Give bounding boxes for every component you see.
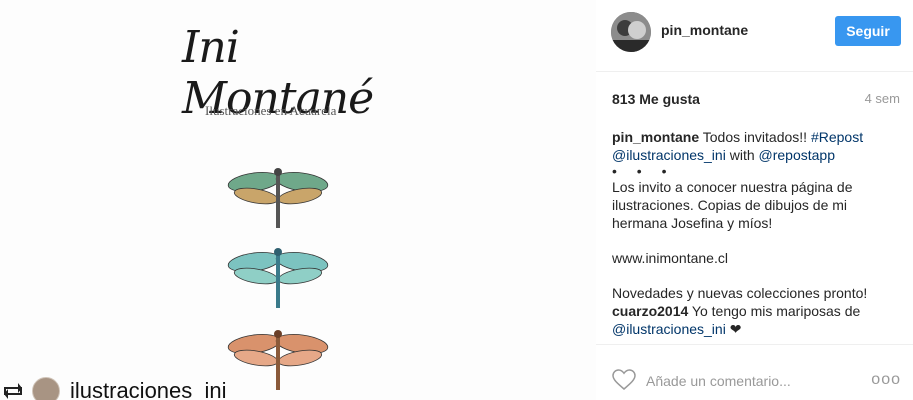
caption: pin_montane Todos invitados!! #Repost @i… [612,128,902,164]
brand-subtitle: Ilustraciones en Acuarela [205,103,337,118]
mention-link[interactable]: @ilustraciones_ini [612,321,726,337]
caption-website: www.inimontane.cl [612,250,728,266]
hashtag-link[interactable]: #Repost [811,129,863,145]
heart-emoji: ❤ [725,321,742,337]
heart-icon[interactable] [612,369,636,391]
caption-dots: • • • [612,163,675,179]
caption-text: Todos invitados!! [699,129,811,145]
post-image[interactable]: Ini Montané Ilustraciones en Acuarela il… [0,0,596,400]
mention-link[interactable]: @ilustraciones_ini [612,147,726,163]
repost-username: ilustraciones_ini [70,378,227,400]
comment-item: cuarzo2014 Yo tengo mis mariposas de @il… [612,302,902,338]
follow-button[interactable]: Seguir [835,16,901,46]
comment-author[interactable]: cuarzo2014 [612,303,688,319]
dragonfly-illustration [227,248,329,308]
post-timestamp[interactable]: 4 sem [865,91,900,106]
likes-row: 813 Me gusta 4 sem [612,91,900,111]
post-footer: ooo [596,344,913,400]
repost-avatar [32,377,60,400]
comments-list[interactable]: pin_montane Todos invitados!! #Repost @i… [612,128,902,344]
comment-text: Yo tengo mis mariposas de [688,303,861,319]
comment-input[interactable] [646,371,866,391]
likes-count[interactable]: 813 Me gusta [612,91,700,107]
mention-link[interactable]: @repostapp [759,147,835,163]
caption-text: with [725,147,759,163]
post-header: pin_montane Seguir [596,0,913,72]
dragonfly-illustration [227,168,329,228]
repost-icon [0,379,26,400]
more-options-icon[interactable]: ooo [871,371,901,389]
post-details-panel: pin_montane Seguir 813 Me gusta 4 sem pi… [596,0,913,400]
repost-attribution: ilustraciones_ini [0,376,300,400]
avatar[interactable] [611,12,651,52]
brand-logo: Ini Montané [182,22,382,124]
username[interactable]: pin_montane [661,22,748,38]
caption-paragraph: Novedades y nuevas colecciones pronto! [612,285,868,301]
caption-paragraph: Los invito a conocer nuestra página de i… [612,179,853,231]
caption-author[interactable]: pin_montane [612,129,699,145]
